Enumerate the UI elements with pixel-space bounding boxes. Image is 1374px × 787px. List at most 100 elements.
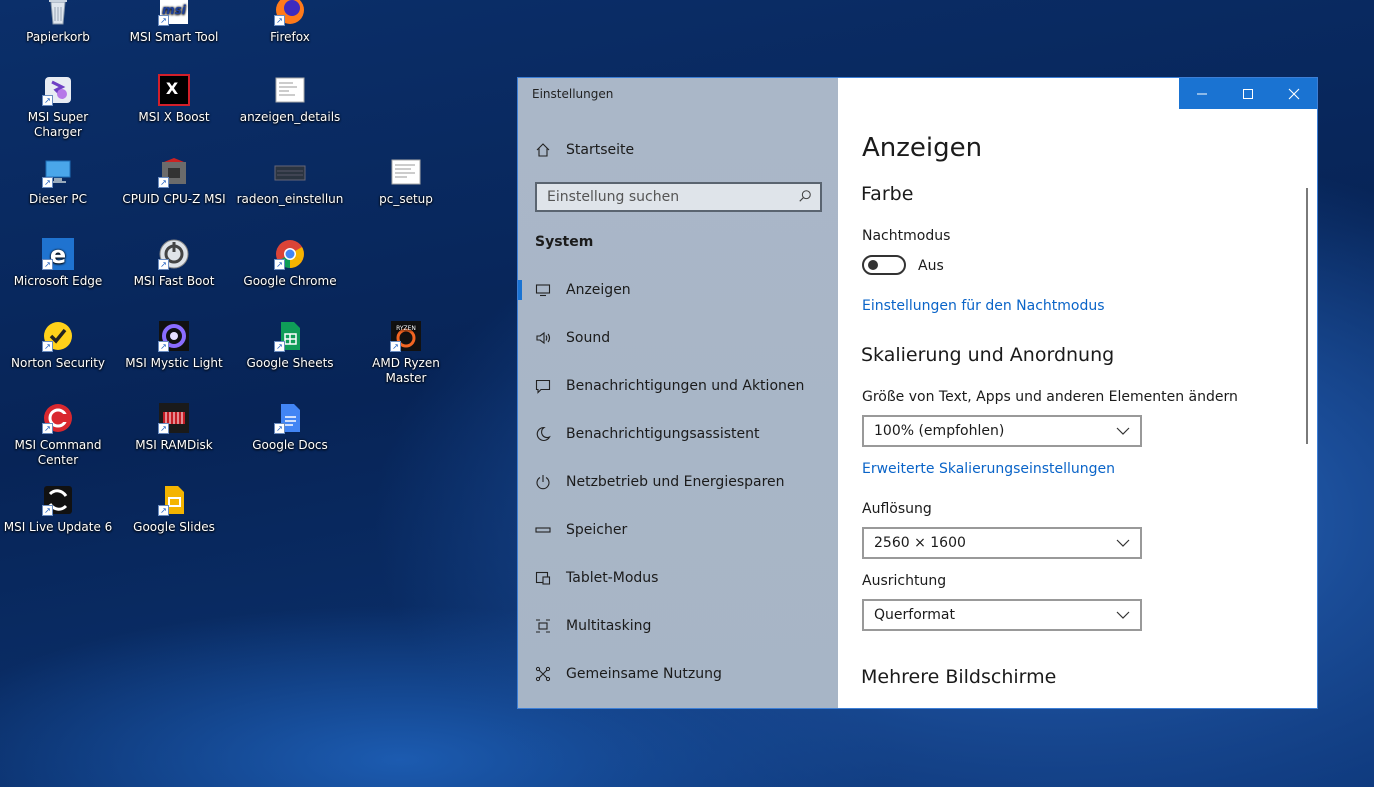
google-slides-icon: ↗ [158, 484, 190, 516]
nav-item-label: Benachrichtigungsassistent [566, 426, 760, 442]
nav-item-gemeinsame-nutzung[interactable]: Gemeinsame Nutzung [518, 656, 838, 692]
desktop-icon-label: MSI Smart Tool [129, 30, 219, 44]
resolution-label: Auflösung [862, 501, 932, 517]
nav-item-label: Benachrichtigungen und Aktionen [566, 378, 805, 394]
msi-fast-boot-icon: ↗ [158, 238, 190, 270]
desktop-icon-msi-live-update[interactable]: ↗ MSI Live Update 6 [2, 484, 114, 535]
desktop-icon-google-chrome[interactable]: ↗ Google Chrome [234, 238, 346, 289]
desktop-icon-msi-smart-tool[interactable]: msi ↗ MSI Smart Tool [118, 0, 230, 45]
toggle-state-label: Aus [918, 258, 944, 274]
nav-item-label: Sound [566, 330, 611, 346]
nav-item-label: Speicher [566, 522, 628, 538]
desktop-icon-dieser-pc[interactable]: ↗ Dieser PC [2, 156, 114, 207]
desktop-icon-msi-mystic-light[interactable]: ↗ MSI Mystic Light [118, 320, 230, 371]
desktop-icon-msi-ramdisk[interactable]: ↗ MSI RAMDisk [118, 402, 230, 453]
nav-home-label: Startseite [566, 142, 635, 158]
desktop-icon-label: Firefox [270, 30, 310, 44]
nav-home[interactable]: Startseite [518, 132, 838, 168]
desktop-icon-label: CPUID CPU-Z MSI [122, 192, 226, 206]
resolution-dropdown[interactable]: 2560 × 1600 [862, 527, 1142, 559]
settings-content: Anzeigen Farbe Nachtmodus Aus Einstellun… [838, 78, 1317, 708]
nav-item-multitasking[interactable]: Multitasking [518, 608, 838, 644]
nav-item-benachrichtigungsassistent[interactable]: Benachrichtigungsassistent [518, 416, 838, 452]
nachtmodus-settings-link[interactable]: Einstellungen für den Nachtmodus [862, 298, 1105, 314]
desktop-icon-label: Google Docs [252, 438, 328, 452]
resolution-dropdown-value: 2560 × 1600 [874, 535, 966, 551]
orientation-dropdown[interactable]: Querformat [862, 599, 1142, 631]
edge-icon: e ↗ [42, 238, 74, 270]
desktop-icon-google-slides[interactable]: ↗ Google Slides [118, 484, 230, 535]
nav-item-sound[interactable]: Sound [518, 320, 838, 356]
moon-icon [535, 426, 551, 442]
computer-icon: ↗ [42, 156, 74, 188]
nav-item-label: Tablet-Modus [566, 570, 659, 586]
maximize-button[interactable] [1225, 78, 1271, 109]
power-icon [535, 474, 551, 490]
desktop-icon-norton-security[interactable]: ↗ Norton Security [2, 320, 114, 371]
scaling-dropdown[interactable]: 100% (empfohlen) [862, 415, 1142, 447]
toggle-knob [868, 260, 878, 270]
storage-icon [535, 522, 551, 538]
desktop-icon-msi-command-center[interactable]: ↗ MSI Command Center [2, 402, 114, 468]
desktop-icon-label: Papierkorb [26, 30, 90, 44]
desktop-icon-papierkorb[interactable]: Papierkorb [2, 0, 114, 45]
desktop-icon-label: radeon_einstellun [236, 192, 344, 206]
heading-skalierung: Skalierung und Anordnung [861, 344, 1115, 366]
cpuz-icon: ↗ [158, 156, 190, 188]
desktop-icon-anzeigen-details[interactable]: anzeigen_details [234, 74, 346, 125]
nav-item-anzeigen[interactable]: Anzeigen [518, 272, 838, 308]
desktop-icon-msi-fast-boot[interactable]: ↗ MSI Fast Boot [118, 238, 230, 289]
search-input[interactable] [547, 189, 777, 205]
nav-item-benachrichtigungen[interactable]: Benachrichtigungen und Aktionen [518, 368, 838, 404]
desktop-icon-label: Dieser PC [29, 192, 87, 206]
settings-search[interactable] [535, 182, 822, 212]
orientation-label: Ausrichtung [862, 573, 947, 589]
minimize-button[interactable] [1179, 78, 1225, 109]
tablet-icon [535, 570, 551, 586]
desktop-icon-pc-setup[interactable]: pc_setup [350, 156, 462, 207]
nachtmodus-toggle[interactable] [862, 255, 906, 275]
ryzen-icon: RYZEN ↗ [390, 320, 422, 352]
live-update-icon: ↗ [42, 484, 74, 516]
desktop-icon-label: MSI Command Center [14, 438, 102, 467]
nav-item-tablet-modus[interactable]: Tablet-Modus [518, 560, 838, 596]
nav-item-netzbetrieb[interactable]: Netzbetrieb und Energiesparen [518, 464, 838, 500]
desktop-icon-firefox[interactable]: ↗ Firefox [234, 0, 346, 45]
google-sheets-icon: ↗ [274, 320, 306, 352]
desktop-icon-msi-x-boost[interactable]: X MSI X Boost [118, 74, 230, 125]
nav-item-label: Multitasking [566, 618, 652, 634]
desktop-icon-amd-ryzen-master[interactable]: RYZEN ↗ AMD Ryzen Master [350, 320, 462, 386]
msi-x-boost-icon: X [158, 74, 190, 106]
desktop-icon-radeon-einstellun[interactable]: radeon_einstellun [234, 156, 346, 207]
heading-farbe: Farbe [861, 183, 914, 205]
minimize-icon [1197, 93, 1207, 94]
msi-super-charger-icon: ↗ [42, 74, 74, 106]
speaker-icon [535, 330, 551, 346]
chevron-down-icon [1116, 611, 1130, 619]
msi-icon: msi ↗ [158, 0, 190, 26]
settings-sidebar: Einstellungen Startseite System Anzeigen [518, 78, 838, 708]
close-icon [1288, 88, 1300, 99]
document-icon [390, 156, 422, 188]
desktop-icon-google-sheets[interactable]: ↗ Google Sheets [234, 320, 346, 371]
desktop-icon-label: Google Slides [133, 520, 215, 534]
heading-mehrere-bildschirme: Mehrere Bildschirme [861, 666, 1057, 688]
desktop-icon-microsoft-edge[interactable]: e ↗ Microsoft Edge [2, 238, 114, 289]
desktop-icon-label: MSI Super Charger [27, 110, 89, 139]
nav-item-label: Gemeinsame Nutzung [566, 666, 722, 682]
search-icon[interactable] [798, 188, 812, 207]
content-scrollbar[interactable] [1306, 188, 1308, 444]
nav-item-speicher[interactable]: Speicher [518, 512, 838, 548]
multitasking-icon [535, 618, 551, 634]
desktop-icon-label: MSI Fast Boot [133, 274, 215, 288]
home-icon [535, 142, 551, 158]
chevron-down-icon [1116, 427, 1130, 435]
nav-item-label: Netzbetrieb und Energiesparen [566, 474, 785, 490]
close-button[interactable] [1271, 78, 1317, 109]
share-icon [535, 666, 551, 682]
desktop-icon-cpuz[interactable]: ↗ CPUID CPU-Z MSI [118, 156, 230, 207]
advanced-scaling-link[interactable]: Erweiterte Skalierungseinstellungen [862, 461, 1115, 477]
desktop-icon-google-docs[interactable]: ↗ Google Docs [234, 402, 346, 453]
desktop-icon-msi-super-charger[interactable]: ↗ MSI Super Charger [2, 74, 114, 140]
ramdisk-icon: ↗ [158, 402, 190, 434]
